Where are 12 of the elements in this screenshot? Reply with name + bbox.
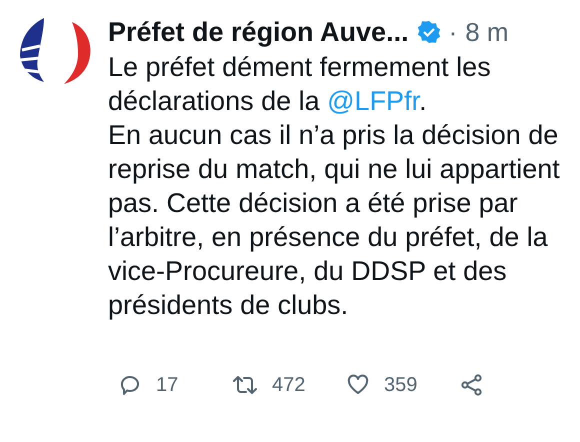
- share-icon[interactable]: [460, 373, 484, 397]
- action-count: 359: [384, 373, 418, 398]
- timestamp[interactable]: 8 m: [465, 12, 509, 52]
- speech-bubble-icon[interactable]: [118, 373, 142, 397]
- tweet-text: Le préfet dément fermement les déclarations de la @LFPfr.: [108, 51, 492, 118]
- retweet-icon[interactable]: [232, 373, 258, 397]
- action-count: 472: [272, 373, 306, 398]
- tweet-text: En aucun cas il n’a pris la décision de reprise du match, qui ne lui appartient pas. Cette décision a été prise par l’arbitre, en présence du préfet, de la vice-Procureure, du DDSP et des présidents de clubs.: [108, 119, 560, 322]
- separator-dot: ·: [448, 16, 458, 48]
- author-name[interactable]: Préfet de région Auve...: [108, 12, 409, 52]
- heart-icon[interactable]: [346, 373, 370, 397]
- action-count: 17: [156, 373, 178, 398]
